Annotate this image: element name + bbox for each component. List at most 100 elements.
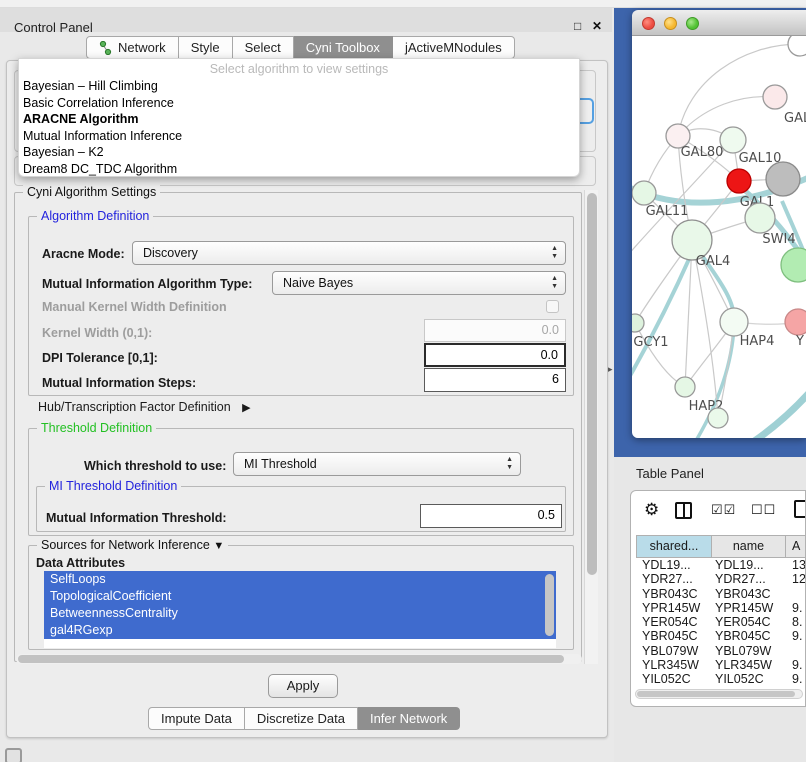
apply-button[interactable]: Apply (268, 674, 338, 698)
algorithm-option-bayesian-hill-climbing[interactable]: Bayesian – Hill Climbing (19, 78, 579, 95)
table-cell: 9. (786, 658, 806, 672)
table-row[interactable]: YER054CYER054C8. (636, 615, 806, 629)
table-row[interactable]: YBR045CYBR045C9. (636, 629, 806, 643)
table-row[interactable]: YLR345WYLR345W9. (636, 658, 806, 672)
tab-discretize-data[interactable]: Discretize Data (245, 707, 358, 730)
tab-select[interactable]: Select (233, 36, 294, 59)
close-panel-icon[interactable]: ✕ (592, 19, 602, 33)
table-cell: YBL079W (636, 644, 712, 658)
algorithm-option-aracne-algorithm[interactable]: ARACNE Algorithm (19, 111, 579, 128)
select-all-checkboxes-icon[interactable]: ☑☑ (711, 502, 736, 518)
network-view-window[interactable]: GALGAL80GAL10GAL1SWI4GAL11GAL4GCY1HAP4YH… (632, 10, 806, 438)
settings-vertical-scrollbar[interactable] (584, 190, 598, 664)
kernel-width-field[interactable]: 0.0 (424, 319, 566, 342)
sources-group-title[interactable]: Sources for Network Inference ▼ (37, 538, 228, 552)
gear-icon[interactable]: ⚙ (644, 500, 659, 520)
network-node[interactable] (708, 408, 728, 428)
which-threshold-select[interactable]: MI Threshold ▲▼ (233, 452, 521, 476)
table-row[interactable]: YDL19...YDL19...13 (636, 558, 806, 572)
network-node-gal[interactable] (763, 85, 787, 109)
table-cell: YER054C (636, 615, 712, 629)
attribute-item-selfloops[interactable]: SelfLoops (44, 571, 556, 588)
table-cell: 9. (786, 672, 806, 686)
dpi-tolerance-field[interactable]: 0.0 (424, 343, 566, 367)
tab-impute-data[interactable]: Impute Data (148, 707, 245, 730)
network-node-gal11[interactable] (632, 181, 656, 205)
node-label: HAP4 (740, 334, 775, 349)
minimize-window-icon[interactable] (664, 17, 677, 30)
aracne-mode-select[interactable]: Discovery ▲▼ (132, 241, 566, 265)
hub-definition-toggle[interactable]: Hub/Transcription Factor Definition ▶ (38, 400, 251, 414)
table-row[interactable]: YIL052CYIL052C9. (636, 672, 806, 686)
column-header-a[interactable]: A (786, 535, 806, 558)
algorithm-option-basic-correlation-inference[interactable]: Basic Correlation Inference (19, 95, 579, 112)
export-table-icon[interactable] (794, 500, 806, 518)
table-cell: YER054C (712, 615, 786, 629)
combo-arrows-icon: ▲▼ (506, 456, 513, 472)
data-attributes-list[interactable]: SelfLoopsTopologicalCoefficientBetweenne… (44, 571, 556, 648)
network-node-y[interactable] (785, 309, 806, 335)
panel-splitter-handle[interactable]: ▸ (608, 364, 613, 375)
table-cell: YIL052C (712, 672, 786, 686)
attribute-item-topologicalcoefficient[interactable]: TopologicalCoefficient (44, 588, 556, 605)
algorithm-option-mutual-information-inference[interactable]: Mutual Information Inference (19, 128, 579, 145)
control-panel-title: Control Panel (14, 20, 93, 35)
table-header-row: shared...nameA (636, 535, 806, 558)
network-node-gal10[interactable] (720, 127, 746, 153)
manual-kernel-checkbox[interactable] (546, 300, 559, 313)
table-cell: 8. (786, 615, 806, 629)
zoom-window-icon[interactable] (686, 17, 699, 30)
network-node[interactable] (788, 36, 806, 56)
network-node-hap4[interactable] (720, 308, 748, 336)
kernel-width-label: Kernel Width (0,1): (42, 326, 152, 340)
tab-infer-network[interactable]: Infer Network (358, 707, 460, 730)
network-node[interactable] (781, 248, 806, 282)
aracne-mode-value: Discovery (143, 246, 198, 260)
close-window-icon[interactable] (642, 17, 655, 30)
table-row[interactable]: YDR27...YDR27...12 (636, 572, 806, 586)
tab-label: Network (118, 40, 166, 55)
which-threshold-label: Which threshold to use: (84, 459, 226, 473)
manual-kernel-label: Manual Kernel Width Definition (42, 300, 227, 314)
float-panel-icon[interactable]: □ (574, 19, 581, 33)
mi-threshold-field[interactable]: 0.5 (420, 504, 562, 528)
network-node[interactable] (766, 162, 800, 196)
attribute-item-gal4rgexp[interactable]: gal4RGexp (44, 622, 556, 639)
network-node-gcy1[interactable] (632, 314, 644, 332)
table-horizontal-scrollbar[interactable] (635, 689, 803, 699)
table-cell: 9. (786, 629, 806, 643)
attribute-item-betweennesscentrality[interactable]: BetweennessCentrality (44, 605, 556, 622)
node-label: GAL (784, 111, 806, 126)
tab-jactivemnodules[interactable]: jActiveMNodules (393, 36, 515, 59)
table-row[interactable]: YBR043CYBR043C (636, 587, 806, 601)
data-attributes-label: Data Attributes (36, 556, 125, 570)
algorithm-definition-title: Algorithm Definition (37, 209, 153, 223)
tab-label: Style (191, 40, 220, 55)
column-layout-icon[interactable] (675, 502, 692, 519)
tab-cyni-toolbox[interactable]: Cyni Toolbox (294, 36, 393, 59)
network-canvas[interactable]: GALGAL80GAL10GAL1SWI4GAL11GAL4GCY1HAP4YH… (632, 36, 806, 438)
network-window-titlebar[interactable] (632, 10, 806, 36)
column-header-shared-[interactable]: shared... (636, 535, 712, 558)
table-cell: YLR345W (712, 658, 786, 672)
deselect-all-checkboxes-icon[interactable]: ☐☐ (751, 502, 776, 518)
network-node-gal1[interactable] (727, 169, 751, 193)
column-header-name[interactable]: name (712, 535, 786, 558)
network-nodes[interactable]: GALGAL80GAL10GAL1SWI4GAL11GAL4GCY1HAP4YH… (632, 36, 806, 428)
tab-network[interactable]: Network (86, 36, 179, 59)
settings-horizontal-scrollbar[interactable] (16, 654, 582, 664)
network-node-hap2[interactable] (675, 377, 695, 397)
node-table-window[interactable]: ⚙ ☑☑ ☐☐ shared...nameA YDL19...YDL19...1… (630, 490, 806, 707)
mi-steps-field[interactable]: 6 (424, 368, 566, 392)
tab-label: Discretize Data (257, 711, 345, 726)
tab-style[interactable]: Style (179, 36, 233, 59)
attributes-scrollbar[interactable] (545, 574, 554, 636)
table-row[interactable]: YPR145WYPR145W9. (636, 601, 806, 615)
table-row[interactable]: YBL079WYBL079W (636, 644, 806, 658)
algorithm-option-dream8-dc-tdc-algorithm[interactable]: Dream8 DC_TDC Algorithm (19, 161, 579, 178)
mi-type-select[interactable]: Naive Bayes ▲▼ (272, 271, 566, 295)
docked-panel-icon[interactable] (5, 748, 22, 762)
algorithm-option-bayesian-k2[interactable]: Bayesian – K2 (19, 144, 579, 161)
sources-title-text: Sources for Network Inference (41, 538, 210, 552)
network-node-swi4[interactable] (745, 203, 775, 233)
